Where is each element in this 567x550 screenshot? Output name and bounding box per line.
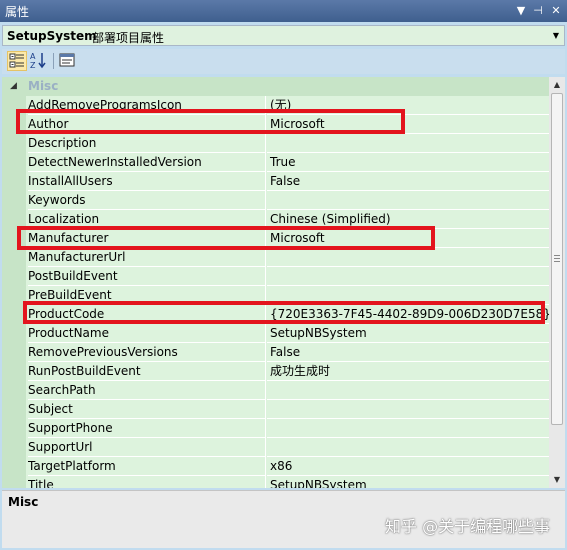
property-name: ProductName: [28, 324, 266, 343]
svg-text:Z: Z: [30, 61, 36, 69]
property-value[interactable]: [267, 191, 549, 210]
description-title: Misc: [8, 495, 39, 509]
property-row-keywords[interactable]: Keywords: [26, 191, 549, 210]
property-row-productname[interactable]: ProductName SetupNBSystem: [26, 324, 549, 343]
property-name: RemovePreviousVersions: [28, 343, 266, 362]
property-row-removepreviousversions[interactable]: RemovePreviousVersions False: [26, 343, 549, 362]
title-bar: 属性 ▼ ⊣ ✕: [0, 0, 567, 22]
property-name: ManufacturerUrl: [28, 248, 266, 267]
property-name: DetectNewerInstalledVersion: [28, 153, 266, 172]
object-type: 部署项目属性: [92, 31, 165, 45]
property-value[interactable]: [267, 400, 549, 419]
window-menu-button[interactable]: ▼: [513, 2, 529, 19]
property-pages-icon: [59, 53, 75, 67]
object-name: SetupSystem: [7, 29, 97, 43]
sort-alphabetical-icon: A Z: [30, 52, 46, 70]
category-label: Misc: [28, 79, 59, 93]
property-name: RunPostBuildEvent: [28, 362, 266, 381]
property-pages-button[interactable]: [58, 51, 78, 71]
category-row-misc[interactable]: ◢ Misc: [2, 77, 549, 96]
pin-button[interactable]: ⊣: [530, 2, 546, 19]
property-name: Subject: [28, 400, 266, 419]
property-value[interactable]: [267, 438, 549, 457]
property-value[interactable]: [267, 267, 549, 286]
property-grid: ◢ Misc AddRemoveProgramsIcon (无) Author Mic…: [2, 77, 549, 488]
thumb-grip: [554, 261, 560, 262]
property-value[interactable]: SetupNBSystem: [267, 324, 549, 343]
property-name: Title: [28, 476, 266, 488]
watermark: 知乎 @关于编程哪些事: [385, 517, 551, 536]
categorized-icon: [9, 53, 24, 68]
property-value[interactable]: [267, 381, 549, 400]
property-value[interactable]: False: [267, 172, 549, 191]
properties-window: 属性 ▼ ⊣ ✕ SetupSystem 部署项目属性 ▼ A Z ◢ Misc…: [0, 0, 567, 550]
property-toolbar: A Z: [2, 49, 565, 74]
alphabetical-button[interactable]: A Z: [29, 51, 49, 71]
toolbar-separator: [53, 53, 54, 69]
property-row-description[interactable]: Description: [26, 134, 549, 153]
highlight-box-productcode: [23, 301, 545, 324]
highlight-box-manufacturer: [17, 226, 435, 250]
thumb-grip: [554, 255, 560, 256]
property-row-installallusers[interactable]: InstallAllUsers False: [26, 172, 549, 191]
property-value[interactable]: [267, 134, 549, 153]
window-title: 属性: [5, 5, 30, 19]
scrollbar-thumb[interactable]: [551, 93, 563, 425]
property-row-supportphone[interactable]: SupportPhone: [26, 419, 549, 438]
scroll-down-arrow-icon[interactable]: ▼: [549, 472, 565, 488]
close-button[interactable]: ✕: [548, 2, 564, 19]
property-value[interactable]: [267, 419, 549, 438]
property-row-searchpath[interactable]: SearchPath: [26, 381, 549, 400]
svg-text:A: A: [30, 52, 36, 61]
property-value[interactable]: [267, 248, 549, 267]
property-name: SupportUrl: [28, 438, 266, 457]
property-name: PostBuildEvent: [28, 267, 266, 286]
grid-gutter: [2, 77, 26, 488]
property-name: Keywords: [28, 191, 266, 210]
scroll-up-arrow-icon[interactable]: ▲: [549, 77, 565, 93]
categorized-button[interactable]: [7, 51, 27, 71]
property-name: InstallAllUsers: [28, 172, 266, 191]
property-value[interactable]: True: [267, 153, 549, 172]
property-name: SearchPath: [28, 381, 266, 400]
thumb-grip: [554, 258, 560, 259]
property-row-manufacturerurl[interactable]: ManufacturerUrl: [26, 248, 549, 267]
property-row-runpostbuildevent[interactable]: RunPostBuildEvent 成功生成时: [26, 362, 549, 381]
chevron-down-icon[interactable]: ▼: [550, 29, 562, 43]
object-selector-dropdown[interactable]: SetupSystem 部署项目属性 ▼: [2, 25, 565, 46]
property-row-subject[interactable]: Subject: [26, 400, 549, 419]
highlight-box-author: [16, 109, 405, 134]
property-value[interactable]: False: [267, 343, 549, 362]
property-row-supporturl[interactable]: SupportUrl: [26, 438, 549, 457]
property-row-postbuildevent[interactable]: PostBuildEvent: [26, 267, 549, 286]
property-value[interactable]: x86: [267, 457, 549, 476]
vertical-scrollbar[interactable]: ▲ ▼: [549, 77, 565, 488]
property-name: Description: [28, 134, 266, 153]
property-row-title[interactable]: Title SetupNBSystem: [26, 476, 549, 488]
property-value[interactable]: SetupNBSystem: [267, 476, 549, 488]
property-name: SupportPhone: [28, 419, 266, 438]
property-row-targetplatform[interactable]: TargetPlatform x86: [26, 457, 549, 476]
property-value[interactable]: 成功生成时: [267, 362, 549, 381]
collapse-triangle-icon[interactable]: ◢: [10, 81, 17, 91]
property-name: TargetPlatform: [28, 457, 266, 476]
property-row-detectnewerinstalledversion[interactable]: DetectNewerInstalledVersion True: [26, 153, 549, 172]
